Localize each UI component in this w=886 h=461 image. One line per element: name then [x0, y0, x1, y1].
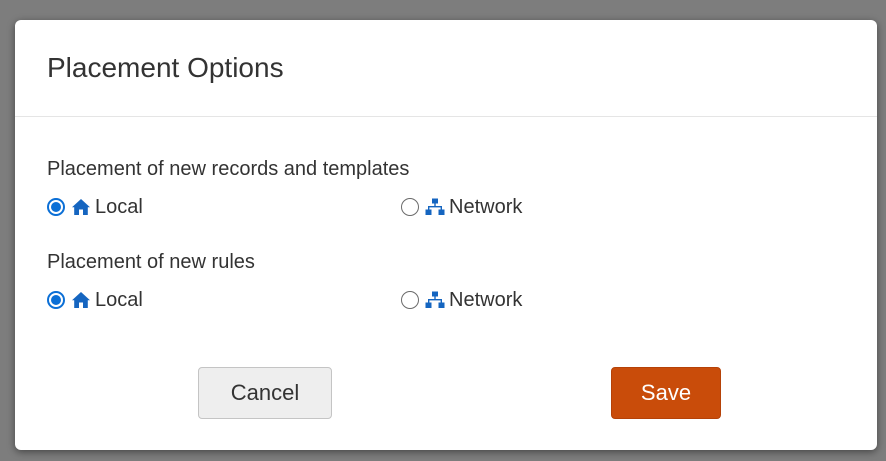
placement-options-dialog: Placement Options Placement of new recor… — [15, 20, 877, 450]
rules-local-label: Local — [95, 289, 143, 311]
sitemap-icon — [425, 197, 445, 217]
sitemap-icon — [425, 290, 445, 310]
save-button[interactable]: Save — [611, 367, 721, 419]
rules-local-radio[interactable] — [47, 291, 65, 309]
home-icon — [71, 290, 91, 310]
rules-network-option[interactable]: Network — [401, 286, 522, 314]
rules-local-option[interactable]: Local — [47, 286, 143, 314]
records-local-radio[interactable] — [47, 198, 65, 216]
records-network-option[interactable]: Network — [401, 193, 522, 221]
records-local-label: Local — [95, 196, 143, 218]
records-local-option[interactable]: Local — [47, 193, 143, 221]
rules-placement-label: Placement of new rules — [47, 251, 255, 273]
rules-network-radio[interactable] — [401, 291, 419, 309]
home-icon — [71, 197, 91, 217]
dialog-header: Placement Options — [15, 20, 877, 117]
cancel-button[interactable]: Cancel — [198, 367, 332, 419]
records-network-label: Network — [449, 196, 523, 218]
records-network-radio[interactable] — [401, 198, 419, 216]
dialog-title: Placement Options — [47, 52, 284, 83]
records-templates-placement-label: Placement of new records and templates — [47, 158, 410, 180]
rules-network-label: Network — [449, 289, 523, 311]
